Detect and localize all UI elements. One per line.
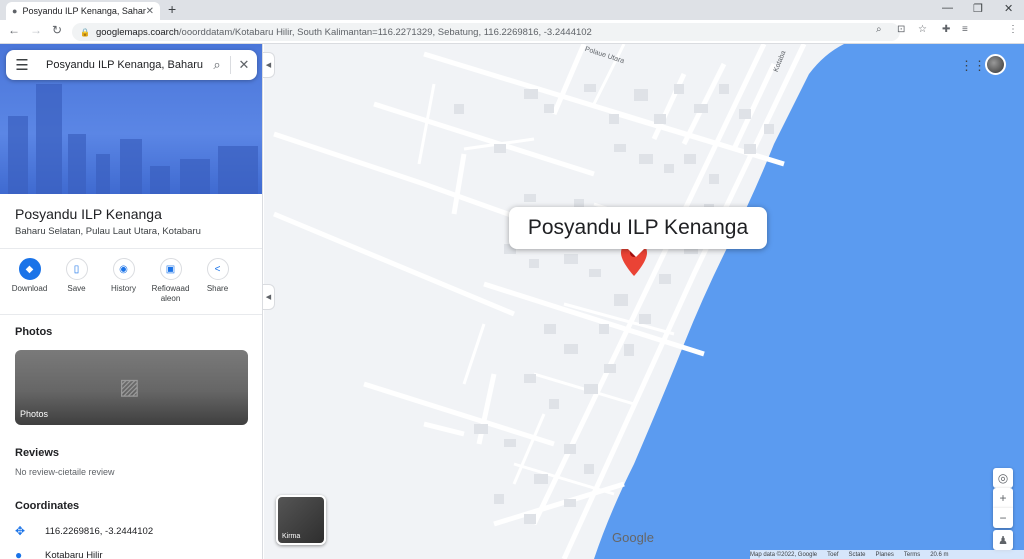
translate-icon[interactable]: ⊡	[897, 24, 905, 35]
footer-link[interactable]: Planes	[876, 552, 894, 558]
share-button[interactable]: < Share	[194, 258, 241, 304]
forward-icon[interactable]: →	[30, 23, 42, 37]
google-logo: Google	[612, 530, 654, 545]
reload-icon[interactable]: ↻	[52, 23, 62, 37]
coordinates-heading: Coordinates	[15, 500, 80, 512]
action-label: Share	[206, 284, 229, 293]
history-button[interactable]: ◉ History	[100, 258, 147, 304]
collapse-panel-button[interactable]: ◀	[263, 52, 275, 78]
directions-icon: ◆	[18, 258, 41, 280]
bookmark-star-icon[interactable]: ☆	[918, 24, 927, 35]
reviews-heading: Reviews	[15, 447, 60, 459]
search-icon[interactable]: ⌕	[204, 57, 230, 73]
media-icon[interactable]: ≡	[962, 24, 968, 35]
collapse-panel-button-2[interactable]: ◀	[263, 284, 275, 310]
my-location-icon[interactable]: ◎	[993, 468, 1013, 488]
zoom-icon[interactable]: ⌕	[876, 24, 882, 35]
url-path: /ooorddatam/Kotabaru Hilir, South Kalima…	[178, 26, 592, 38]
save-button[interactable]: ▯ Save	[53, 258, 100, 304]
photos-heading: Photos	[15, 326, 53, 338]
place-panel: ☰ Posyandu ILP Kenanga, Baharu ⌕ ✕ Posya…	[0, 44, 263, 559]
url-field[interactable]: 🔒 googlemaps.coarch /ooorddatam/Kotabaru…	[72, 23, 900, 41]
back-icon[interactable]: ←	[8, 23, 20, 37]
zoom-out-button[interactable]: −	[993, 508, 1013, 528]
bookmark-icon: ▯	[65, 258, 88, 280]
window-close-icon[interactable]: ✕	[1004, 2, 1013, 15]
place-address: Baharu Selatan, Pulau Laut Utara, Kotaba…	[15, 226, 201, 237]
layers-label: Kirma	[282, 533, 301, 540]
footer-link[interactable]: Sctate	[848, 552, 865, 558]
share-icon: <	[206, 258, 229, 280]
phone-icon: ▣	[159, 258, 182, 280]
search-box[interactable]: ☰ Posyandu ILP Kenanga, Baharu ⌕ ✕	[6, 50, 257, 80]
action-bar: ◆ Download ▯ Save ◉ History ▣ Refiowaad …	[6, 258, 256, 304]
browser-tab[interactable]: ● Posyandu ILP Kenanga, Saharu ✕	[6, 2, 160, 20]
reviews-text: No review-cietaile review	[15, 467, 115, 477]
send-to-phone-button[interactable]: ▣ Refiowaad aleon	[147, 258, 194, 304]
zoom-in-button[interactable]: +	[993, 488, 1013, 508]
lock-icon: 🔒	[80, 27, 90, 37]
minimize-icon[interactable]: —	[942, 2, 953, 14]
divider	[0, 314, 262, 315]
footer-link[interactable]: Toef	[827, 552, 838, 558]
map-footer: Map data ©2022, Google Toef Sctate Plane…	[750, 550, 1024, 559]
action-label: Refiowaad aleon	[151, 284, 190, 303]
browser-tab-bar: ● Posyandu ILP Kenanga, Saharu ✕ + — ❐ ✕	[0, 0, 1024, 20]
tab-title: Posyandu ILP Kenanga, Saharu	[22, 6, 146, 16]
browser-menu-icon[interactable]: ⋮	[1008, 24, 1018, 35]
coordinates-row[interactable]: ✥ 116.2269816, -3.2444102	[15, 524, 153, 538]
crosshair-icon: ✥	[15, 524, 26, 538]
maps-favicon-icon: ●	[12, 6, 18, 16]
scale-label[interactable]: 20.6 m	[930, 552, 948, 558]
locality-row[interactable]: ● Kotabaru Hilir	[15, 548, 103, 559]
search-input[interactable]: Posyandu ILP Kenanga, Baharu	[46, 59, 204, 71]
photos-card[interactable]: ▨ Photos	[15, 350, 248, 425]
new-tab-button[interactable]: +	[168, 1, 176, 17]
extensions-icon[interactable]: ✚	[942, 24, 950, 35]
history-icon: ◉	[112, 258, 135, 280]
maximize-icon[interactable]: ❐	[973, 2, 983, 15]
footer-link[interactable]: Terms	[904, 552, 920, 558]
account-avatar[interactable]	[985, 54, 1006, 75]
address-bar: ← → ↻ 🔒 googlemaps.coarch /ooorddatam/Ko…	[0, 20, 1024, 58]
location-icon: ●	[15, 548, 23, 559]
layers-button[interactable]: Kirma	[276, 495, 326, 545]
locality-value: Kotabaru Hilir	[45, 549, 103, 559]
clear-search-icon[interactable]: ✕	[231, 57, 257, 73]
pegman-icon[interactable]: ♟	[993, 530, 1013, 550]
divider	[0, 248, 262, 249]
photos-card-label: Photos	[20, 409, 49, 419]
action-label: History	[111, 284, 136, 293]
action-label: Download	[11, 284, 48, 293]
place-title: Posyandu ILP Kenanga	[15, 206, 162, 222]
tab-close-icon[interactable]: ✕	[146, 6, 154, 17]
hamburger-menu-icon[interactable]: ☰	[6, 56, 38, 74]
coordinates-value: 116.2269816, -3.2444102	[45, 525, 154, 537]
directions-button[interactable]: ◆ Download	[6, 258, 53, 304]
map-data-credit: Map data ©2022, Google	[750, 551, 818, 558]
url-domain: googlemaps.coarch	[95, 26, 179, 38]
map-svg	[273, 44, 1024, 559]
action-label: Save	[67, 284, 86, 293]
image-placeholder-icon: ▨	[119, 374, 140, 399]
place-callout[interactable]: Posyandu ILP Kenanga	[509, 207, 767, 257]
map-canvas[interactable]: Polaue Utara Kotaba	[264, 44, 1024, 559]
